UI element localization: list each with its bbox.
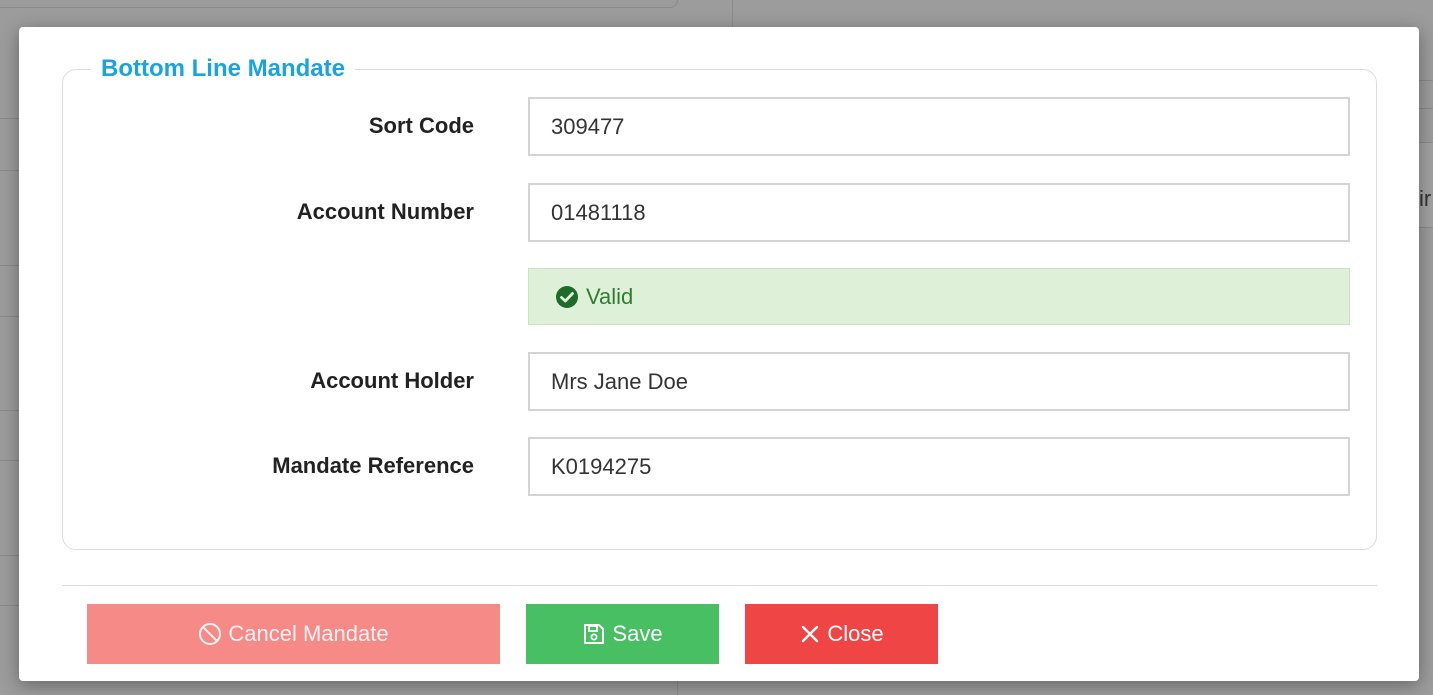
background-row-line	[1419, 80, 1433, 81]
mandate-reference-label: Mandate Reference	[272, 453, 474, 478]
ban-icon	[199, 623, 222, 645]
background-row-line	[0, 410, 20, 411]
floppy-disk-icon	[584, 624, 605, 644]
sort-code-input[interactable]: 309477	[528, 97, 1350, 156]
close-label: Close	[827, 621, 884, 646]
cancel-mandate-button[interactable]: Cancel Mandate	[87, 604, 500, 664]
background-row-line	[0, 118, 20, 119]
validation-text: Valid	[586, 284, 634, 309]
footer-divider	[62, 585, 1377, 586]
background-card	[0, 0, 678, 8]
close-button[interactable]: Close	[745, 604, 938, 664]
bottom-line-mandate-modal: Bottom Line Mandate Sort Code 309477 Acc…	[19, 27, 1419, 681]
mandate-fieldset: Bottom Line Mandate Sort Code 309477 Acc…	[62, 53, 1377, 550]
background-row-line	[0, 555, 20, 556]
background-row-line	[1419, 108, 1433, 109]
cancel-mandate-label: Cancel Mandate	[228, 621, 389, 646]
background-divider	[732, 0, 733, 30]
validation-status: Valid	[528, 268, 1350, 325]
mandate-reference-input[interactable]: K0194275	[528, 437, 1350, 496]
background-row-line	[0, 316, 20, 317]
background-row-line	[0, 265, 20, 266]
background-input	[1419, 142, 1433, 228]
fieldset-legend: Bottom Line Mandate	[91, 53, 355, 85]
background-row-line	[0, 170, 20, 171]
background-row-line	[0, 460, 20, 461]
account-holder-input[interactable]: Mrs Jane Doe	[528, 352, 1350, 411]
account-holder-label: Account Holder	[310, 368, 474, 393]
background-text: ir	[1419, 186, 1432, 211]
background-divider	[677, 680, 678, 695]
check-circle-icon	[556, 285, 578, 308]
account-number-label: Account Number	[296, 199, 474, 224]
save-label: Save	[612, 621, 663, 646]
save-button[interactable]: Save	[526, 604, 719, 664]
sort-code-label: Sort Code	[368, 113, 474, 138]
background-row-line	[0, 605, 20, 606]
x-icon	[802, 625, 819, 643]
account-number-input[interactable]: 01481118	[528, 183, 1350, 242]
